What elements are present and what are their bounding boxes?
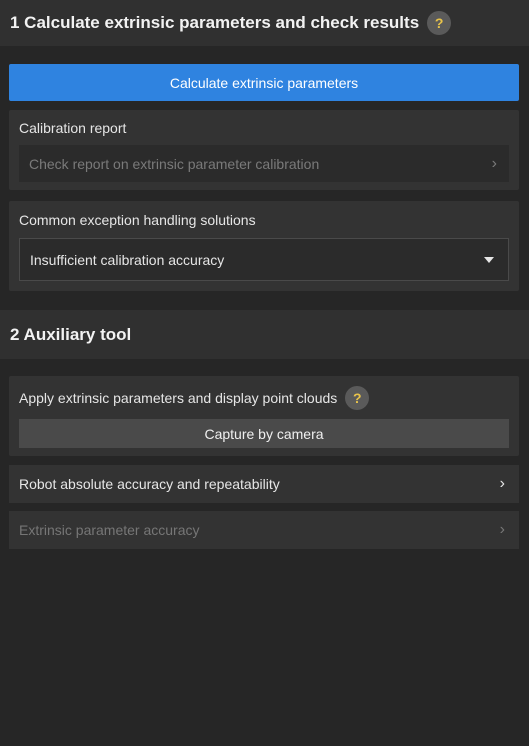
calibration-report-card: Calibration report Check report on extri… — [9, 110, 519, 190]
card-title: Common exception handling solutions — [19, 212, 256, 228]
link-label: Check report on extrinsic parameter cali… — [29, 155, 320, 172]
section-title: 1 Calculate extrinsic parameters and che… — [10, 13, 420, 32]
section-title: 2 Auxiliary tool — [10, 324, 132, 344]
select-value: Insufficient calibration accuracy — [30, 251, 225, 268]
card-title-row: Apply extrinsic parameters and display p… — [19, 386, 370, 410]
help-icon[interactable]: ? — [345, 386, 370, 410]
exception-select[interactable]: Insufficient calibration accuracy — [19, 238, 509, 281]
card-title: Calibration report — [19, 120, 127, 136]
chevron-right-icon: › — [491, 154, 497, 172]
check-report-link[interactable]: Check report on extrinsic parameter cali… — [19, 145, 509, 182]
section-header-calculate: 1 Calculate extrinsic parameters and che… — [0, 0, 529, 46]
section-header-auxiliary: 2 Auxiliary tool — [0, 310, 529, 359]
chevron-right-icon: › — [499, 475, 505, 492]
chevron-down-icon — [484, 256, 494, 263]
apply-extrinsic-card: Apply extrinsic parameters and display p… — [9, 376, 519, 456]
robot-accuracy-row[interactable]: Robot absolute accuracy and repeatabilit… — [9, 465, 519, 503]
chevron-right-icon: › — [499, 521, 505, 538]
calculate-extrinsic-button[interactable]: Calculate extrinsic parameters — [9, 64, 519, 101]
help-icon[interactable]: ? — [427, 11, 452, 35]
card-title: Apply extrinsic parameters and display p… — [19, 390, 338, 406]
extrinsic-accuracy-row[interactable]: Extrinsic parameter accuracy › — [9, 511, 519, 549]
row-label: Extrinsic parameter accuracy — [19, 522, 200, 538]
row-label: Robot absolute accuracy and repeatabilit… — [19, 476, 280, 492]
capture-by-camera-button[interactable]: Capture by camera — [19, 419, 509, 448]
exception-handling-card: Common exception handling solutions Insu… — [9, 201, 519, 291]
